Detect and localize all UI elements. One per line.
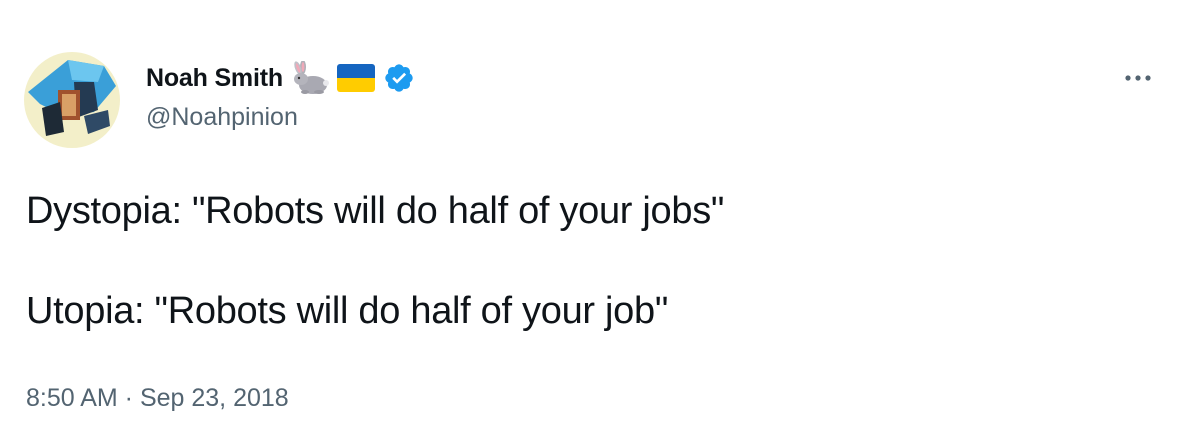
tweet-text: Dystopia: "Robots will do half of your j… bbox=[26, 186, 724, 336]
author-name-row: Noah Smith bbox=[146, 58, 415, 98]
avatar-image bbox=[24, 52, 120, 148]
verified-badge-icon[interactable] bbox=[383, 62, 415, 94]
tweet-timestamp[interactable]: 8:50 AM · Sep 23, 2018 bbox=[26, 384, 289, 413]
author-handle[interactable]: @Noahpinion bbox=[146, 103, 415, 132]
ukraine-flag-icon bbox=[336, 64, 375, 92]
tweet-text-line: Utopia: "Robots will do half of your job… bbox=[26, 290, 669, 332]
tweet-author: Noah Smith @Noahpinion bbox=[146, 58, 415, 132]
rabbit-icon bbox=[291, 60, 329, 95]
more-options-icon[interactable] bbox=[1120, 64, 1156, 92]
tweet-text-line: Dystopia: "Robots will do half of your j… bbox=[26, 190, 725, 232]
author-display-name[interactable]: Noah Smith bbox=[146, 64, 283, 93]
line-break bbox=[26, 236, 724, 286]
author-avatar[interactable] bbox=[24, 52, 120, 148]
